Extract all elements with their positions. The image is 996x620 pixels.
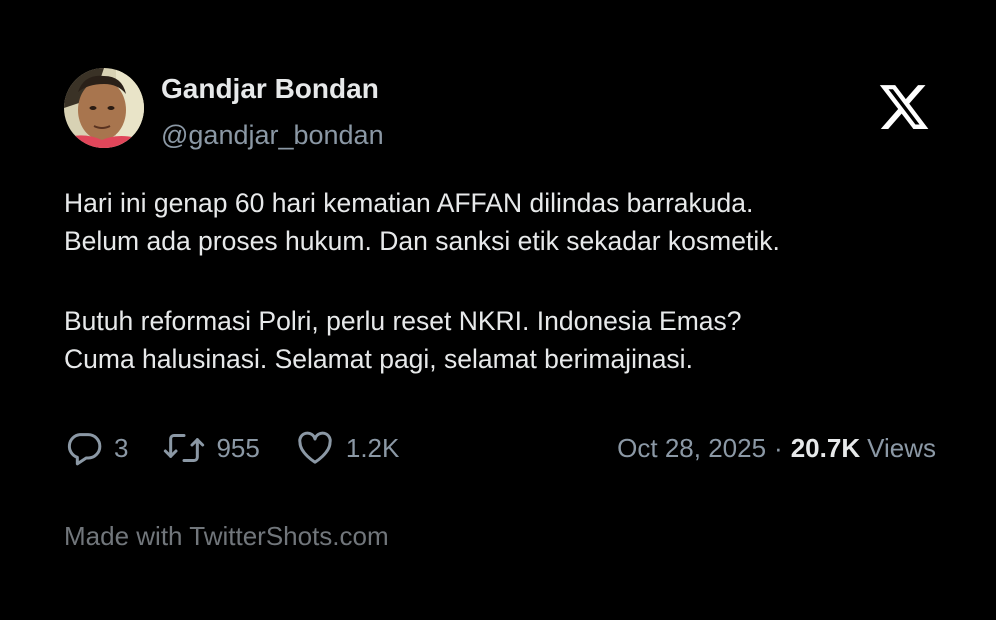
tweet-text: Hari ini genap 60 hari kematian AFFAN di… (64, 184, 944, 378)
like-button[interactable]: 1.2K (294, 426, 400, 470)
tweet-date[interactable]: Oct 28, 2025 (617, 433, 766, 464)
person-photo-avatar (64, 68, 144, 148)
tweet-line: Hari ini genap 60 hari kematian AFFAN di… (64, 188, 754, 218)
avatar[interactable] (64, 68, 144, 148)
x-logo-icon (879, 85, 929, 129)
like-count: 1.2K (345, 433, 400, 463)
x-logo[interactable] (876, 80, 932, 134)
tweet-line: Belum ada proses hukum. Dan sanksi etik … (64, 226, 780, 256)
retweet-arrows-icon (164, 434, 205, 462)
footer-credit: Made with TwitterShots.com (64, 521, 389, 551)
retweet-count: 955 (216, 433, 260, 463)
tweet-meta: Oct 28, 2025 · 20.7K Views (617, 426, 936, 470)
reply-button[interactable]: 3 (64, 426, 128, 470)
meta-separator: · (774, 432, 783, 463)
author-handle[interactable]: @gandjar_bondan (161, 118, 384, 152)
views-count: 20.7K (790, 432, 861, 463)
heart-icon (298, 431, 332, 464)
engagement-metrics: 3 955 1.2K (64, 426, 433, 470)
tweet-line: Butuh reformasi Polri, perlu reset NKRI.… (64, 306, 742, 336)
retweet-button[interactable]: 955 (162, 426, 260, 470)
speech-bubble-icon (67, 433, 102, 466)
reply-count: 3 (114, 433, 129, 463)
author-display-name[interactable]: Gandjar Bondan (161, 72, 379, 106)
tweet-card: Gandjar Bondan @gandjar_bondan Hari ini … (0, 0, 996, 620)
tweet-line: Cuma halusinasi. Selamat pagi, selamat b… (64, 344, 693, 374)
views-label: Views (867, 432, 936, 463)
